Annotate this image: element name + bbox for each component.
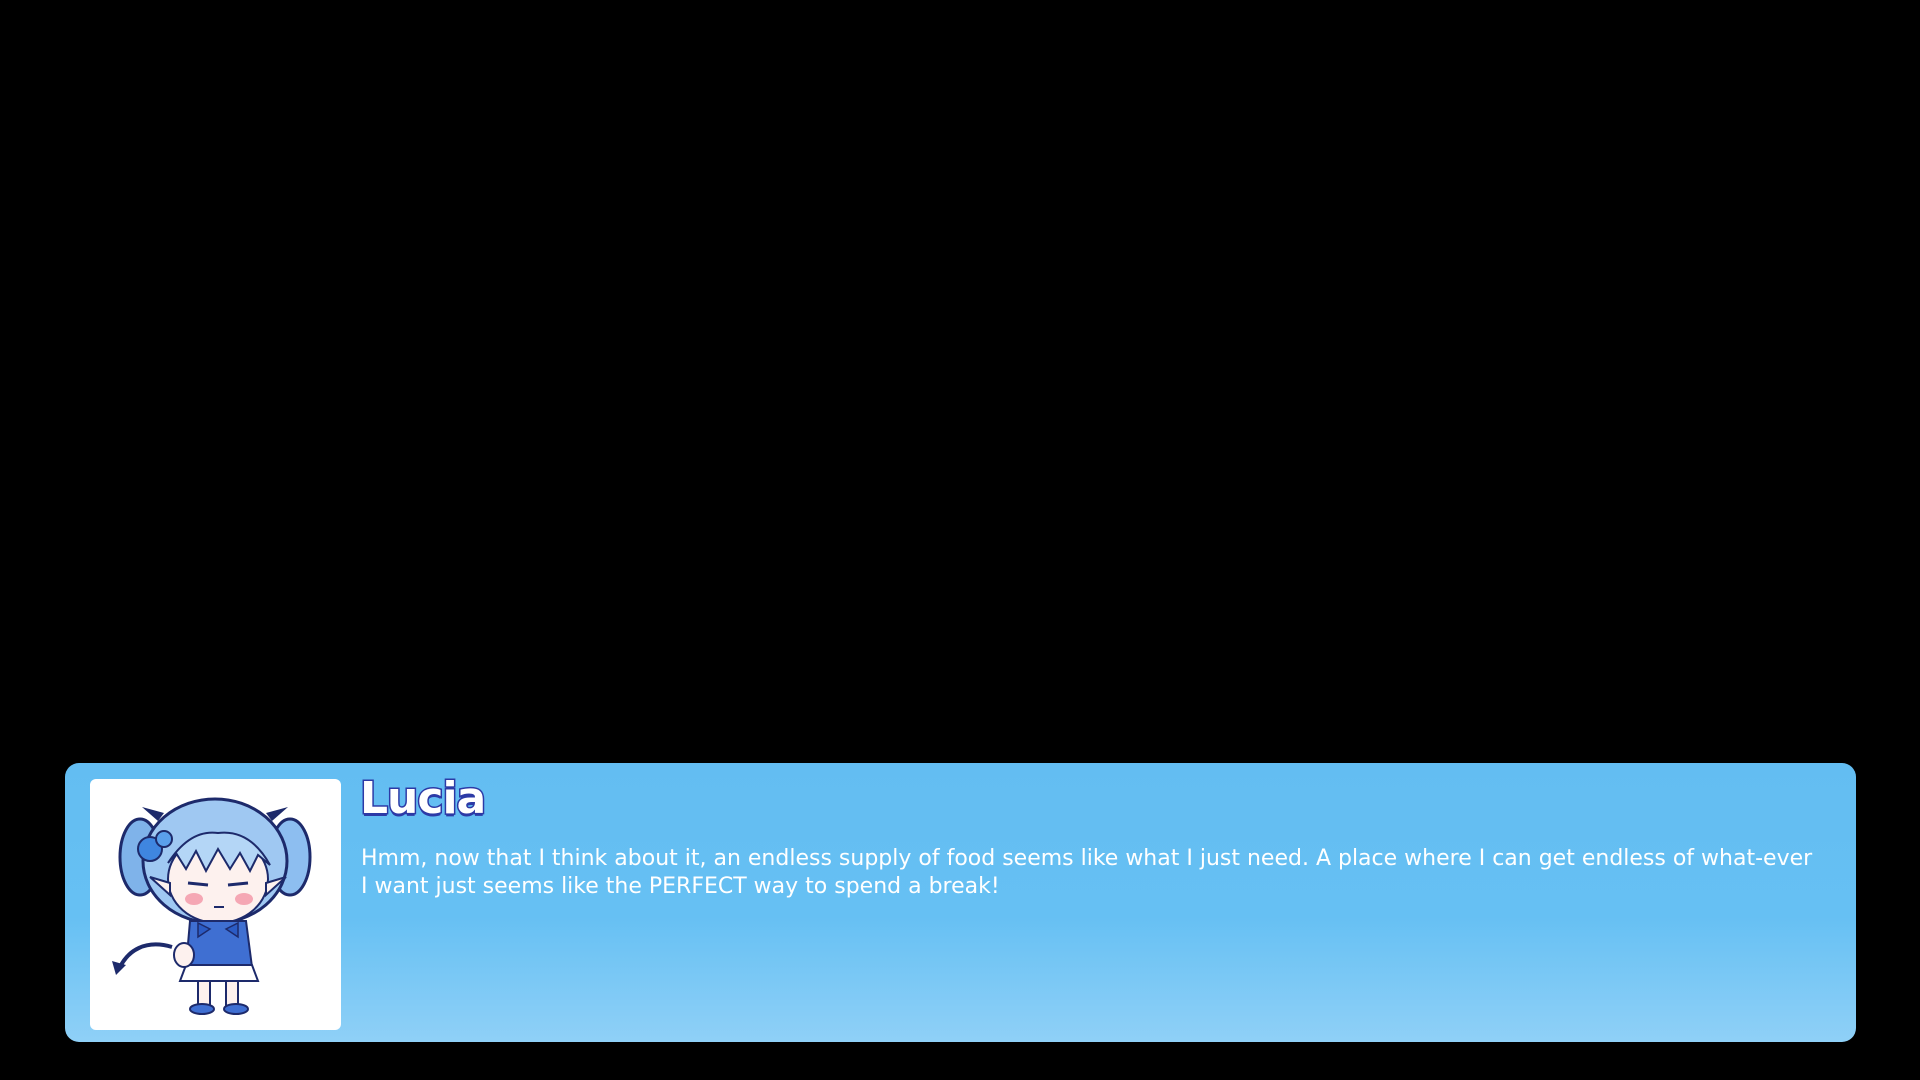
dialogue-box[interactable]: Lucia Hmm, now that I think about it, an… bbox=[65, 763, 1856, 1042]
dialogue-text: Hmm, now that I think about it, an endle… bbox=[361, 846, 1813, 899]
speaker-name: Lucia bbox=[358, 773, 487, 824]
lucia-chibi-portrait-icon bbox=[112, 797, 312, 1015]
game-scene: Lucia Hmm, now that I think about it, an… bbox=[0, 0, 1920, 1080]
character-portrait bbox=[90, 779, 341, 1030]
